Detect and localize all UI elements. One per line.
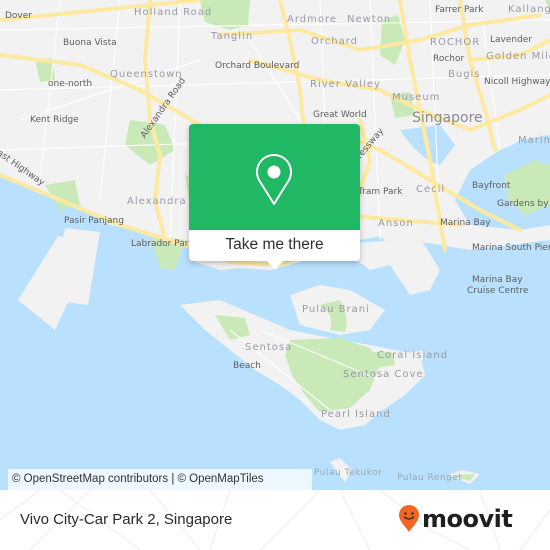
moovit-logo[interactable]: moovit [398,502,513,536]
map-label-farrer-park: Farrer Park [435,5,484,15]
place-name: Vivo City-Car Park 2, Singapore [20,511,233,528]
map-pin-icon [256,154,292,205]
map-label-pulau-tekukor: Pulau Tekukor [314,468,383,478]
map-label-marina: Marina [518,135,550,146]
take-me-there-button[interactable]: Take me there [189,230,360,261]
footer: Vivo City-Car Park 2, Singapore moovit [0,490,550,550]
map-view[interactable]: Dover Holland Road Ardmore Newton Farrer… [0,0,550,490]
map-label-pearl-island: Pearl Island [321,409,391,420]
map-label-lavender: Lavender [490,35,533,45]
map-label-kallang: Kallang [508,4,550,15]
map-label-marina-bay: Marina Bay [440,218,491,228]
map-label-nicoll-highway: Nicoll Highway [484,77,550,87]
map-label-sentosa-cove: Sentosa Cove [343,369,424,380]
map-label-newton: Newton [347,14,392,25]
map-label-sentosa: Sentosa [245,342,293,353]
map-label-pasir-panjang: Pasir Panjang [64,216,124,226]
map-label-kent-ridge: Kent Ridge [30,115,79,125]
map-label-pulau-brani: Pulau Brani [302,304,370,315]
map-label-labrador-park: Labrador Park [131,239,194,249]
moovit-wordmark: moovit [422,505,513,533]
map-label-singapore: Singapore [412,110,483,126]
map-label-one-north: one-north [48,79,93,89]
map-attribution[interactable]: © OpenStreetMap contributors | © OpenMap… [8,469,312,490]
moovit-pin-smile-icon [399,505,419,532]
map-label-rochor: Rochor [433,54,465,64]
map-label-marina-bay-cruise-2: Cruise Centre [467,286,529,296]
map-label-orchard: Orchard [311,36,359,47]
map-label-museum: Museum [392,92,441,103]
map-label-pulau-renget: Pulau Renget [397,473,463,483]
map-label-rochor-district: ROCHOR [430,37,481,48]
map-label-orchard-boulevard: Orchard Boulevard [215,61,300,71]
map-label-marina-bay-cruise-1: Marina Bay [472,275,523,285]
map-label-buona-vista: Buona Vista [63,38,117,48]
map-label-bugis: Bugis [448,69,481,80]
map-label-marina-south-pier: Marina South Pier [472,243,550,253]
map-label-golden-mile: Golden Mile [486,51,550,62]
map-label-queenstown: Queenstown [110,69,183,80]
map-label-anson: Anson [378,218,414,229]
destination-popup[interactable]: Take me there [189,124,360,270]
popup-tail [267,261,283,270]
map-label-ardmore: Ardmore [287,14,338,25]
map-label-river-valley: River Valley [310,79,381,90]
map-label-coral-island: Coral Island [377,350,449,361]
map-label-beach: Beach [233,361,261,371]
map-label-alexandra: Alexandra [127,196,187,207]
map-label-holland-road: Holland Road [134,7,213,18]
map-label-great-world: Great World [313,110,367,120]
map-label-tanglin: Tanglin [211,31,254,42]
map-label-gardens-by-the-bay: Gardens by the Bay [497,199,550,209]
popup-header [189,124,360,230]
map-label-cecil: Cecil [416,184,446,195]
map-label-tanjong-pagar: Tram Park [358,187,403,197]
map-label-bayfront: Bayfront [472,181,511,191]
map-label-dover: Dover [5,11,32,21]
